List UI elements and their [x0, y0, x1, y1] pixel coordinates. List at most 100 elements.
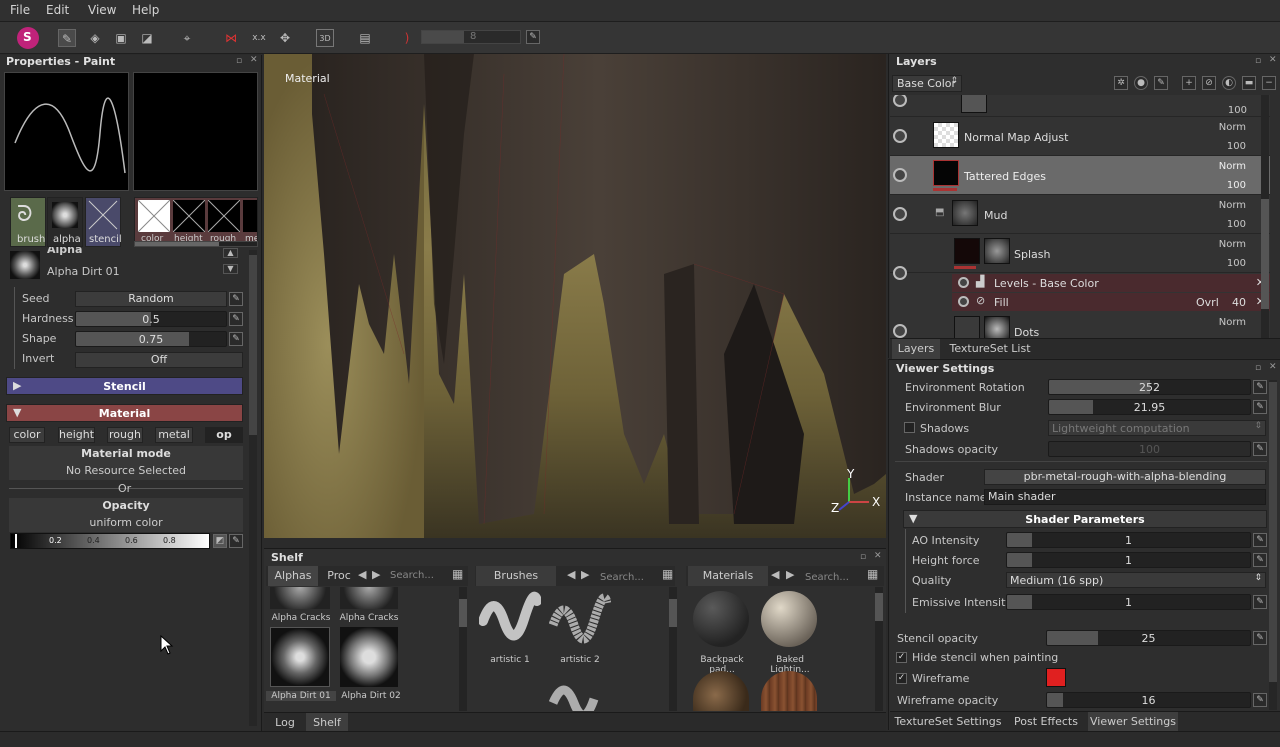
- opacity-box[interactable]: Opacity uniform color: [9, 498, 243, 532]
- polygon-fill-icon[interactable]: ◪: [138, 29, 156, 47]
- materials-search[interactable]: Search...: [805, 572, 849, 583]
- menu-help[interactable]: Help: [132, 3, 159, 17]
- layer-row[interactable]: Normal Map Adjust Norm 100: [890, 117, 1270, 156]
- visibility-eye-icon[interactable]: [958, 277, 969, 288]
- collapse-icon[interactable]: ▲: [223, 248, 238, 258]
- symmetry-icon[interactable]: ⋈: [222, 29, 240, 47]
- brush-thumb[interactable]: [548, 673, 611, 720]
- add-layer-icon[interactable]: +: [1182, 76, 1196, 90]
- next-tab-icon[interactable]: ▶: [581, 568, 589, 581]
- edit-icon[interactable]: ✎: [1253, 380, 1267, 394]
- channel-height-button[interactable]: height: [58, 427, 95, 443]
- shader-params-header[interactable]: ▼ Shader Parameters: [903, 510, 1267, 528]
- alpha-thumb[interactable]: [340, 587, 398, 609]
- visibility-eye-icon[interactable]: [893, 95, 907, 107]
- alpha-dropdown-icon[interactable]: ▼: [223, 264, 238, 274]
- height-swatch[interactable]: [172, 199, 206, 233]
- tab-post-effects[interactable]: Post Effects: [1010, 712, 1082, 732]
- material-section-header[interactable]: ▼ Material: [6, 404, 243, 422]
- close-icon[interactable]: ✕: [250, 56, 258, 65]
- edit-icon[interactable]: ✎: [1253, 533, 1267, 547]
- edit-icon[interactable]: ✎: [1253, 400, 1267, 414]
- channel-rough-button[interactable]: rough: [107, 427, 143, 443]
- alpha-thumb[interactable]: [270, 587, 330, 609]
- layer-row-cloth[interactable]: 100: [890, 95, 1270, 117]
- visibility-eye-icon[interactable]: [958, 296, 969, 307]
- alphas-search[interactable]: Search...: [390, 570, 434, 581]
- layer-row-folder[interactable]: ⬒ Mud Norm 100: [890, 195, 1270, 234]
- color-picker-icon[interactable]: ⌖: [178, 29, 196, 47]
- hide-stencil-checkbox[interactable]: ✓: [896, 652, 907, 663]
- material-baked-lighting-thumb[interactable]: [761, 591, 817, 647]
- wireframe-color-swatch[interactable]: [1046, 668, 1066, 687]
- alpha-thumbnail[interactable]: [10, 251, 40, 279]
- layer-row[interactable]: Dots Norm: [890, 312, 1270, 338]
- shader-select-button[interactable]: pbr-metal-rough-with-alpha-blending: [984, 469, 1266, 485]
- viewport-3d[interactable]: Material Y X Z: [264, 54, 886, 538]
- alpha-dirt-01-thumb[interactable]: [270, 627, 330, 687]
- seed-edit-icon[interactable]: ✎: [229, 292, 243, 306]
- opacity-gradient-slider[interactable]: 0.2 0.4 0.6 0.8: [10, 533, 210, 549]
- brush-artistic-1-thumb[interactable]: [478, 591, 542, 651]
- effect-row-fill[interactable]: ⊘ Fill Ovrl 40 ✕: [952, 293, 1270, 311]
- visibility-eye-icon[interactable]: [893, 207, 907, 221]
- shadows-opacity-slider[interactable]: 100: [1048, 441, 1251, 457]
- visibility-eye-icon[interactable]: [893, 168, 907, 182]
- channel-select[interactable]: Base Color ⇕: [892, 75, 962, 92]
- edit-icon[interactable]: ✎: [1253, 442, 1267, 456]
- rough-swatch[interactable]: [207, 199, 241, 233]
- hardness-slider[interactable]: 0.5: [75, 311, 227, 327]
- viewer-scrollbar[interactable]: [1269, 380, 1277, 710]
- delete-layer-icon[interactable]: −: [1262, 76, 1276, 90]
- emissive-intensity-slider[interactable]: 1: [1006, 594, 1251, 610]
- add-folder-icon[interactable]: ▬: [1242, 76, 1256, 90]
- tab-procedurals[interactable]: Proc: [324, 566, 354, 586]
- gradient-handle[interactable]: [15, 534, 17, 548]
- alphas-scrollbar[interactable]: [459, 587, 467, 711]
- prev-tab-icon[interactable]: ◀: [567, 568, 575, 581]
- shape-edit-icon[interactable]: ✎: [229, 332, 243, 346]
- stencil-section-header[interactable]: ▶ Stencil: [6, 377, 243, 395]
- visibility-eye-icon[interactable]: [893, 266, 907, 280]
- channel-color-button[interactable]: color: [9, 427, 45, 443]
- close-icon[interactable]: ✕: [1269, 363, 1277, 372]
- metal-swatch[interactable]: [243, 200, 257, 232]
- add-material-icon[interactable]: ◐: [1222, 76, 1236, 90]
- gradient-edit-icon[interactable]: ✎: [229, 534, 243, 548]
- height-force-slider[interactable]: 1: [1006, 552, 1251, 568]
- edit-icon[interactable]: ✎: [1253, 553, 1267, 567]
- tab-alpha[interactable]: alpha: [47, 197, 83, 247]
- menu-edit[interactable]: Edit: [46, 3, 69, 17]
- edit-icon[interactable]: ✎: [1253, 595, 1267, 609]
- paint-layer-icon[interactable]: ✎: [1154, 76, 1168, 90]
- env-rotation-slider[interactable]: 252: [1048, 379, 1251, 395]
- prev-tab-icon[interactable]: ◀: [358, 568, 366, 581]
- hardness-edit-icon[interactable]: ✎: [229, 312, 243, 326]
- tab-shelf[interactable]: Shelf: [306, 713, 348, 732]
- edit-icon[interactable]: ✎: [1253, 631, 1267, 645]
- edit-icon[interactable]: ✎: [1253, 693, 1267, 707]
- channel-op-button[interactable]: op: [205, 427, 243, 443]
- brush-size-slider[interactable]: 8: [421, 30, 521, 44]
- tab-textureset-settings[interactable]: TextureSet Settings: [892, 712, 1004, 732]
- float-icon[interactable]: ▫: [860, 553, 868, 562]
- tab-materials[interactable]: Materials: [688, 566, 768, 586]
- grid-view-icon[interactable]: ▦: [662, 567, 673, 581]
- channel-metal-button[interactable]: metal: [155, 427, 193, 443]
- materials-scrollbar[interactable]: [875, 587, 883, 711]
- picker-icon[interactable]: ◩: [213, 534, 227, 548]
- env-blur-slider[interactable]: 21.95: [1048, 399, 1251, 415]
- prev-tab-icon[interactable]: ◀: [771, 568, 779, 581]
- add-fill-icon[interactable]: ⊘: [1202, 76, 1216, 90]
- move-icon[interactable]: ✥: [276, 29, 294, 47]
- grid-view-icon[interactable]: ▦: [452, 567, 463, 581]
- folder-icon[interactable]: ⬒: [935, 207, 944, 218]
- tab-stencil[interactable]: stencil: [85, 197, 122, 247]
- grid-view-icon[interactable]: ▦: [867, 567, 878, 581]
- tab-textureset-list[interactable]: TextureSet List: [946, 339, 1034, 359]
- next-tab-icon[interactable]: ▶: [786, 568, 794, 581]
- material-thumb[interactable]: [761, 671, 817, 711]
- material-backpack-thumb[interactable]: [693, 591, 749, 647]
- visibility-eye-icon[interactable]: [893, 324, 907, 338]
- brushes-search[interactable]: Search...: [600, 572, 644, 583]
